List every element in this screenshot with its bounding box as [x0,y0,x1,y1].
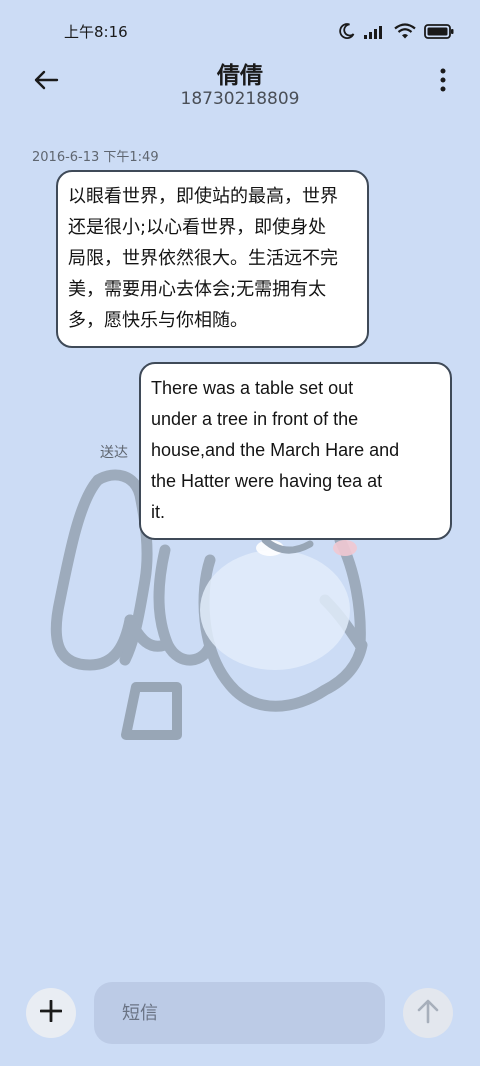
contact-name: 倩倩 [217,63,263,89]
status-icons [338,22,454,44]
status-time: 上午8:16 [64,23,128,41]
contact-number: 18730218809 [180,89,300,109]
plus-icon [39,999,63,1026]
message-input[interactable] [94,982,385,1044]
send-button[interactable] [403,988,453,1038]
signal-icon [364,24,386,43]
moon-icon [338,22,356,44]
wifi-icon [394,23,416,43]
send-arrow-icon [417,998,439,1028]
add-attachment-button[interactable] [26,988,76,1038]
incoming-message-bubble[interactable]: 以眼看世界，即使站的最高，世界 还是很小;以心看世界，即使身处 局限，世界依然很… [56,170,369,348]
message-timestamp: 2016-6-13 下午1:49 [32,150,159,165]
conversation-header: 倩倩 18730218809 [0,50,480,116]
delivery-status: 送达 [100,445,128,461]
outgoing-message-bubble[interactable]: There was a table set out under a tree i… [139,362,452,540]
more-vertical-icon [440,68,446,96]
more-options-button[interactable] [428,64,458,100]
battery-icon [424,23,454,43]
compose-bar [0,980,480,1050]
